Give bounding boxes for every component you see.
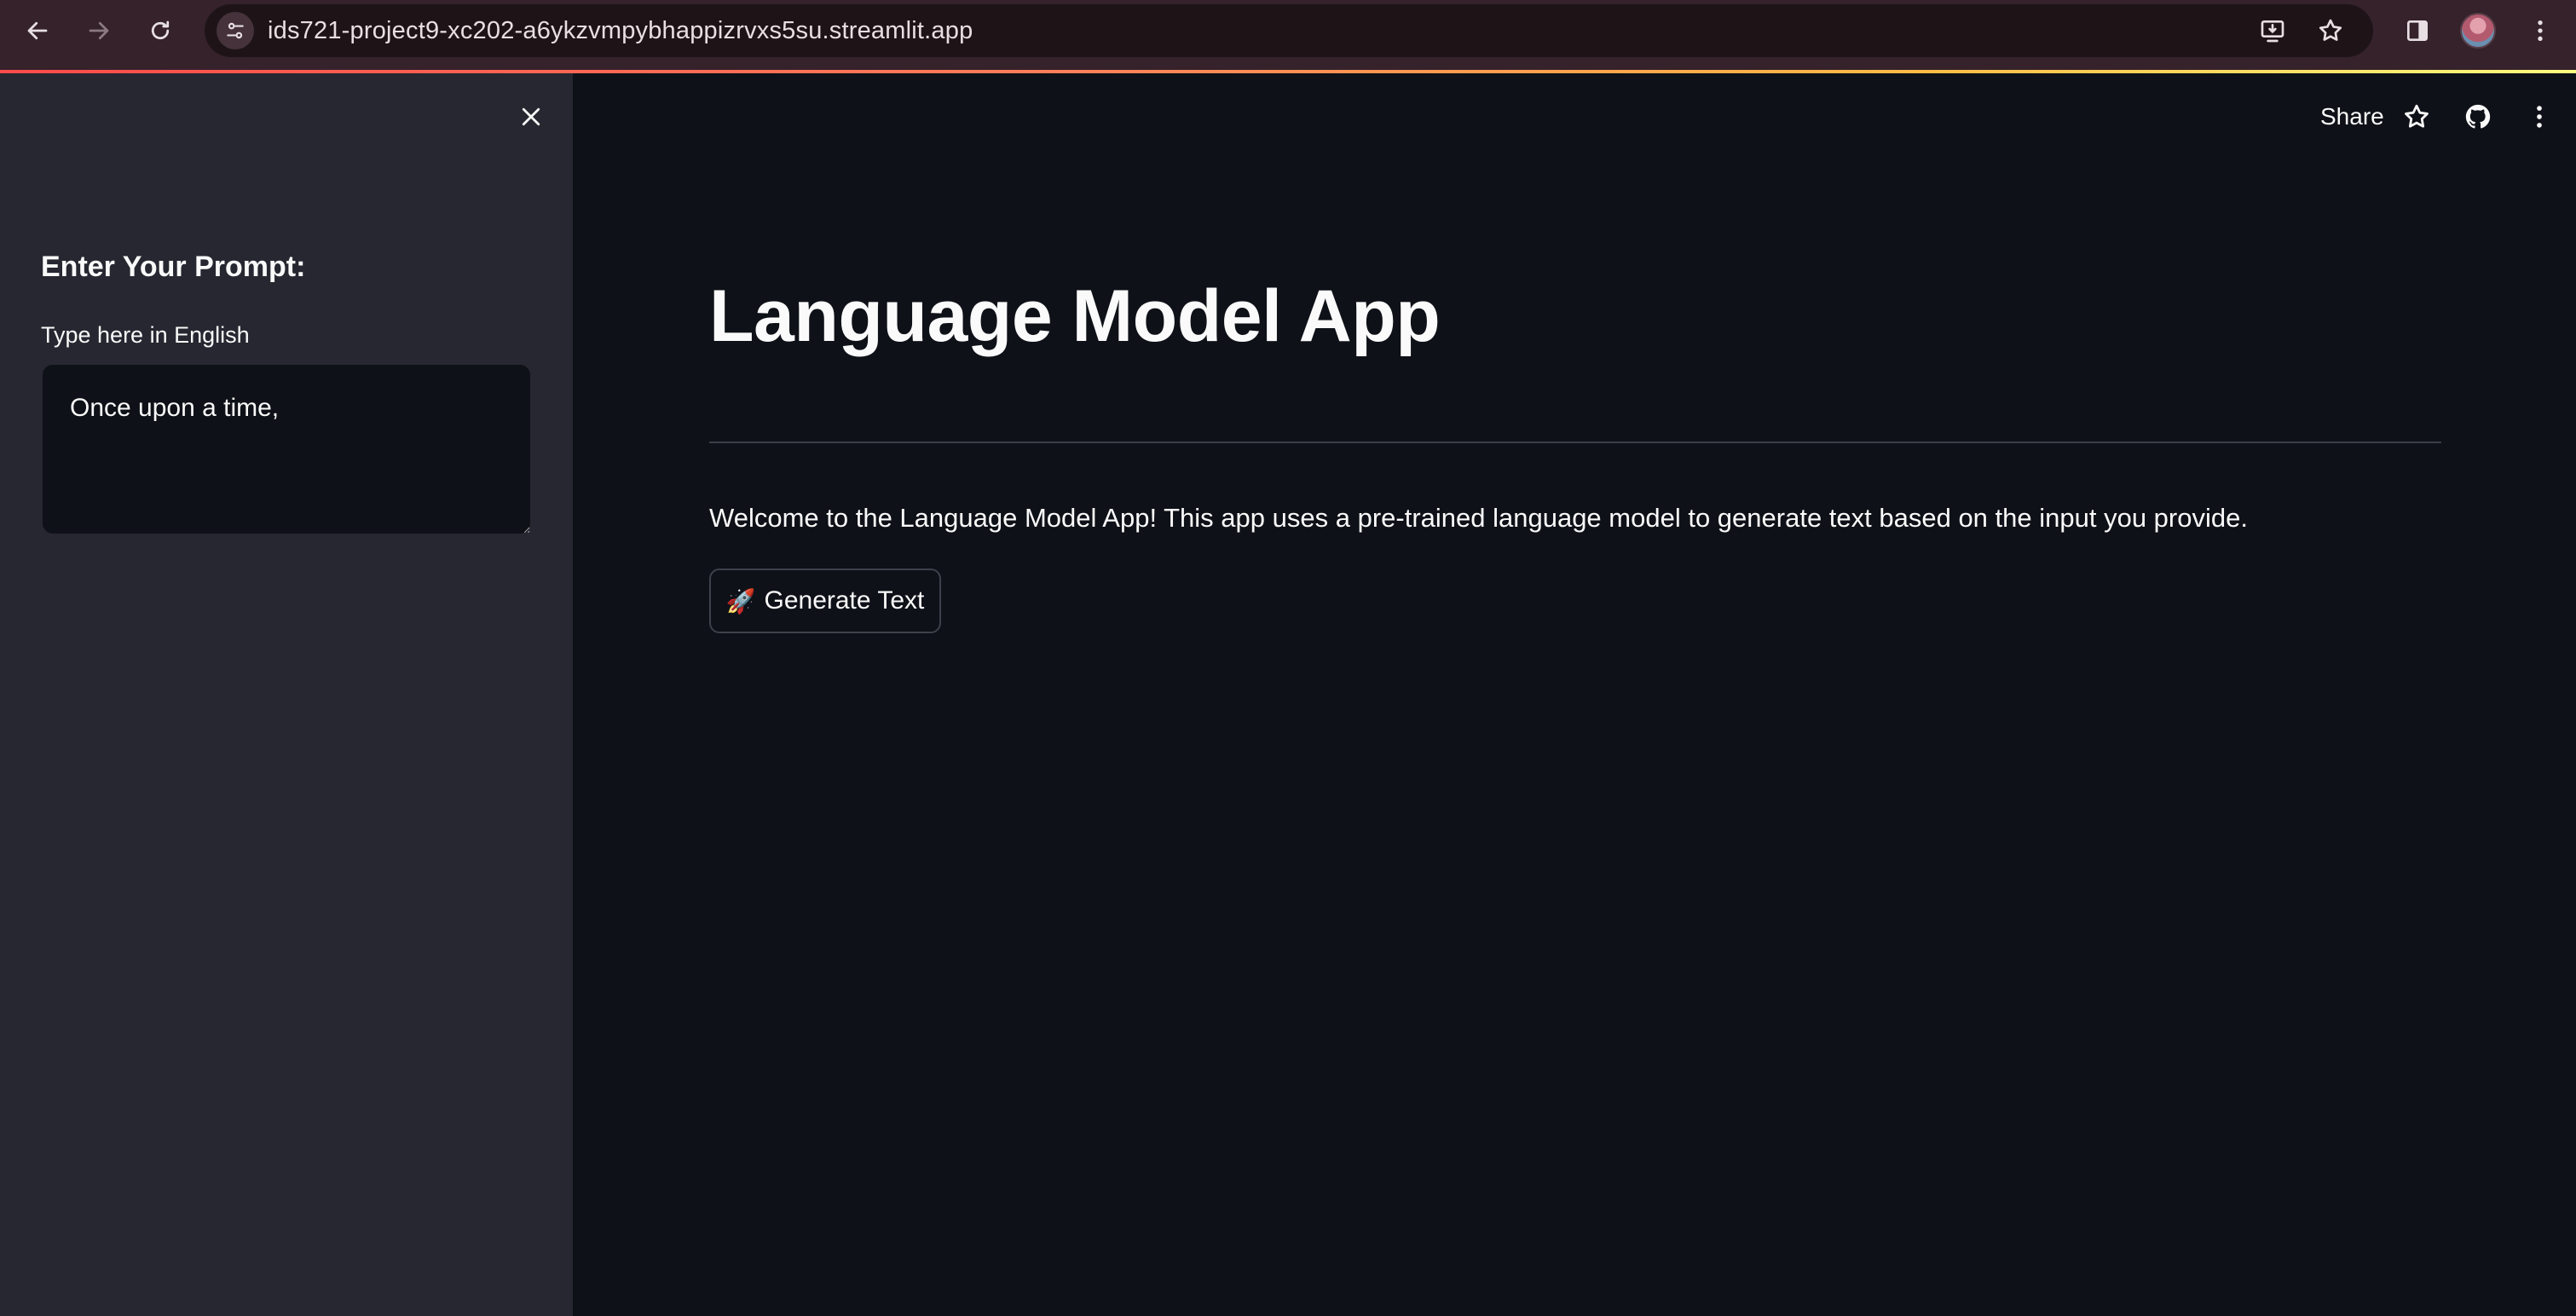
close-sidebar-button[interactable]	[510, 95, 552, 138]
github-icon	[2465, 104, 2491, 129]
reload-button[interactable]	[140, 10, 181, 51]
tune-icon	[227, 22, 244, 39]
welcome-description: Welcome to the Language Model App! This …	[709, 503, 2248, 533]
prompt-textarea[interactable]: Once upon a time,	[41, 363, 532, 535]
forward-button[interactable]	[78, 10, 119, 51]
rocket-icon: 🚀	[725, 587, 756, 615]
side-panel-icon	[2407, 20, 2428, 41]
star-icon	[2319, 19, 2342, 41]
close-icon	[522, 107, 540, 126]
site-info-button[interactable]	[217, 12, 254, 49]
star-icon	[2405, 104, 2429, 128]
back-button[interactable]	[17, 10, 58, 51]
github-button[interactable]	[2457, 95, 2499, 138]
reload-icon	[151, 20, 170, 40]
url-text[interactable]: ids721-project9-xc202-a6ykzvmpybhappizrv…	[268, 4, 973, 57]
sidebar-heading: Enter Your Prompt:	[41, 251, 306, 283]
sidebar: Enter Your Prompt: Type here in English …	[0, 73, 573, 1316]
browser-menu-button[interactable]	[2521, 12, 2559, 49]
share-button[interactable]: Share	[2312, 95, 2393, 138]
kebab-menu-icon	[2537, 106, 2542, 128]
page-title: Language Model App	[709, 275, 1441, 357]
divider	[709, 442, 2441, 443]
install-app-icon	[2261, 20, 2284, 43]
back-arrow-icon	[27, 21, 48, 40]
app-menu-button[interactable]	[2518, 95, 2561, 138]
avatar[interactable]	[2460, 13, 2496, 49]
main-content: Share Language Model App Welcome to the …	[573, 73, 2576, 1316]
side-panel-button[interactable]	[2399, 12, 2436, 49]
bookmark-button[interactable]	[2313, 14, 2348, 48]
kebab-menu-icon	[2538, 20, 2543, 41]
generate-text-label: Generate Text	[764, 586, 925, 615]
forward-arrow-icon	[89, 21, 109, 40]
install-app-button[interactable]	[2255, 14, 2290, 48]
generate-text-button[interactable]: 🚀 Generate Text	[709, 569, 941, 633]
prompt-input-label: Type here in English	[41, 322, 250, 348]
browser-toolbar: ids721-project9-xc202-a6ykzvmpybhappizrv…	[0, 0, 2576, 72]
address-bar[interactable]: ids721-project9-xc202-a6ykzvmpybhappizrv…	[205, 4, 2373, 57]
favorite-button[interactable]	[2395, 95, 2438, 138]
